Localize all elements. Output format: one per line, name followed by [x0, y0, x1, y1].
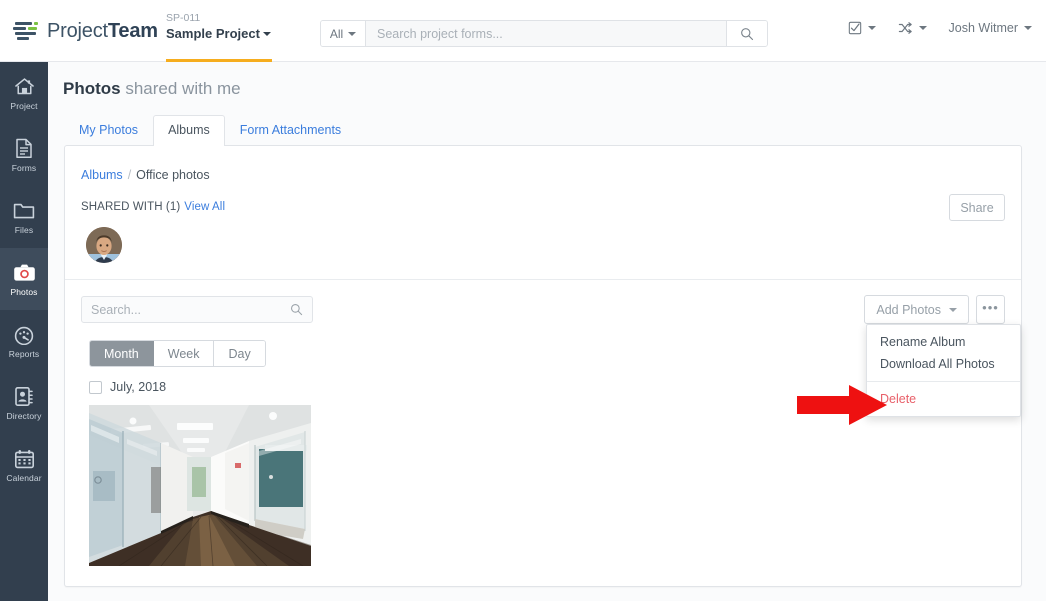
- add-photos-label: Add Photos: [876, 302, 941, 317]
- album-card: Albums / Office photos SHARED WITH (1) View…: [64, 145, 1022, 587]
- top-right-menus: Josh Witmer: [848, 21, 1032, 35]
- sidebar-label-reports: Reports: [8, 348, 40, 359]
- home-icon: [14, 76, 35, 98]
- sidebar-item-photos[interactable]: Photos: [0, 248, 48, 310]
- sidebar-label-project: Project: [10, 100, 38, 111]
- project-selector[interactable]: SP-011 Sample Project: [166, 12, 271, 43]
- view-all-link[interactable]: View All: [184, 201, 225, 213]
- tab-albums[interactable]: Albums: [153, 115, 225, 146]
- page-title: Photos shared with me: [63, 79, 241, 99]
- sidebar-item-files[interactable]: Files: [0, 186, 48, 248]
- photo-group-header: July, 2018: [89, 380, 166, 394]
- document-icon: [15, 138, 33, 160]
- search-input[interactable]: [366, 21, 726, 46]
- gauge-icon: [13, 324, 35, 346]
- app-logo-text: ProjectTeam: [47, 20, 158, 43]
- photo-tabs: My Photos Albums Form Attachments: [64, 115, 356, 146]
- tab-form-attachments[interactable]: Form Attachments: [225, 115, 356, 146]
- tasks-menu[interactable]: [848, 21, 876, 35]
- photo-thumbnail[interactable]: [89, 405, 311, 566]
- camera-icon: [13, 262, 36, 284]
- main-content: Photos shared with me My Photos Albums F…: [48, 62, 1046, 601]
- user-menu-label: Josh Witmer: [948, 21, 1018, 35]
- page-title-rest: shared with me: [125, 79, 241, 98]
- menu-divider: [867, 381, 1020, 382]
- logo-text-bold: Team: [107, 20, 158, 42]
- album-search-button[interactable]: [290, 303, 312, 316]
- search-icon: [291, 304, 303, 316]
- group-select-checkbox[interactable]: [89, 380, 102, 394]
- menu-item-delete[interactable]: Delete: [867, 388, 1020, 410]
- menu-item-download-all-photos[interactable]: Download All Photos: [867, 353, 1020, 375]
- shared-user-avatar[interactable]: [86, 227, 122, 263]
- view-mode-day[interactable]: Day: [214, 341, 265, 366]
- view-mode-week[interactable]: Week: [153, 341, 215, 366]
- user-menu[interactable]: Josh Witmer: [949, 21, 1032, 35]
- project-code: SP-011: [166, 12, 201, 24]
- project-name[interactable]: Sample Project: [166, 25, 271, 43]
- search-icon: [741, 27, 754, 40]
- global-search: All: [320, 20, 768, 47]
- page-title-bold: Photos: [63, 79, 121, 98]
- contacts-icon: [14, 386, 34, 408]
- view-mode-month[interactable]: Month: [90, 341, 154, 366]
- top-bar: ProjectTeam SP-011 Sample Project All Se…: [0, 0, 1046, 62]
- chevron-down-icon: [1024, 26, 1032, 30]
- tab-my-photos[interactable]: My Photos: [64, 115, 153, 146]
- add-photos-button[interactable]: Add Photos: [864, 295, 969, 324]
- chevron-down-icon: [949, 307, 957, 312]
- calendar-icon: [14, 448, 35, 470]
- album-more-menu: Rename Album Download All Photos Delete: [866, 324, 1021, 417]
- breadcrumb-current: Office photos: [136, 168, 210, 182]
- menu-item-rename-album[interactable]: Rename Album: [867, 331, 1020, 353]
- projectteam-logo-icon: [13, 21, 39, 43]
- chevron-down-icon: [262, 32, 271, 36]
- chevron-down-icon: [918, 26, 927, 30]
- chevron-down-icon: [348, 31, 357, 36]
- breadcrumb: Albums / Office photos: [81, 168, 210, 182]
- share-button[interactable]: Share: [949, 194, 1005, 221]
- sidebar-item-reports[interactable]: Reports: [0, 310, 48, 372]
- sidebar-label-files: Files: [14, 224, 34, 235]
- sidebar-item-forms[interactable]: Forms: [0, 124, 48, 186]
- sidebar-item-calendar[interactable]: Calendar: [0, 434, 48, 496]
- view-mode-group: Month Week Day: [89, 340, 266, 367]
- checkbox-checked-icon: [848, 21, 861, 35]
- sidebar-label-calendar: Calendar: [6, 472, 42, 483]
- folder-icon: [13, 200, 35, 222]
- search-scope-dropdown[interactable]: All: [321, 21, 366, 46]
- breadcrumb-albums-link[interactable]: Albums: [81, 168, 123, 182]
- album-search-input[interactable]: [82, 302, 290, 317]
- shuffle-arrows-icon: [898, 22, 912, 34]
- breadcrumb-separator: /: [127, 168, 132, 182]
- sidebar-label-directory: Directory: [6, 410, 42, 421]
- album-search: [81, 296, 313, 323]
- search-submit-button[interactable]: [726, 21, 767, 46]
- card-divider: [65, 279, 1021, 280]
- chevron-down-icon: [867, 26, 876, 30]
- shared-with-label: SHARED WITH (1): [81, 201, 181, 213]
- project-name-label: Sample Project: [166, 26, 260, 41]
- switch-menu[interactable]: [898, 21, 927, 35]
- search-scope-label: All: [329, 26, 344, 41]
- sidebar-label-photos: Photos: [10, 286, 38, 297]
- sidebar-item-directory[interactable]: Directory: [0, 372, 48, 434]
- shared-with-row: SHARED WITH (1) View All: [81, 201, 225, 213]
- group-label: July, 2018: [110, 380, 167, 394]
- ellipsis-icon: •••: [982, 299, 999, 315]
- sidebar-item-project[interactable]: Project: [0, 62, 48, 124]
- app-logo[interactable]: ProjectTeam: [13, 20, 158, 43]
- sidebar-label-forms: Forms: [11, 162, 37, 173]
- left-sidebar: Project Forms Files Photos Reports Direc…: [0, 62, 48, 601]
- logo-text-light: Project: [47, 20, 108, 42]
- album-more-menu-button[interactable]: •••: [976, 295, 1005, 324]
